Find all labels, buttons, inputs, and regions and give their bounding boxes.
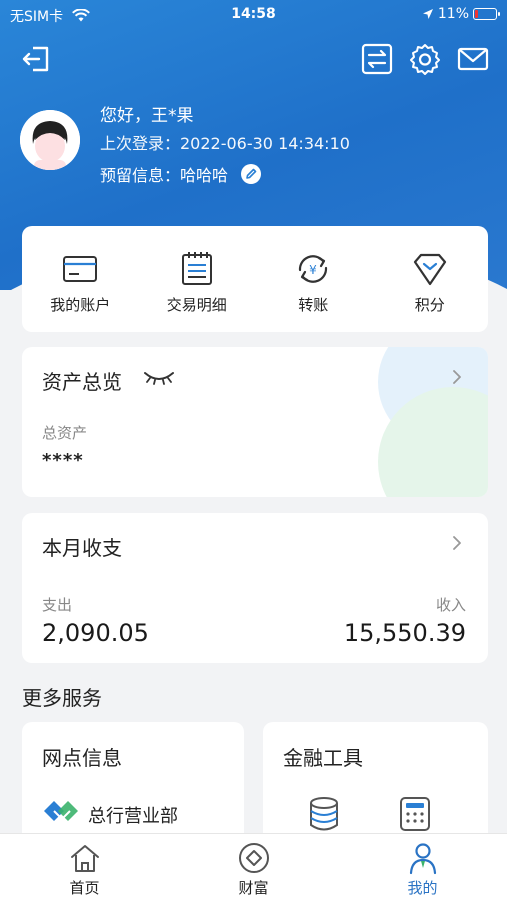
status-bar: 无SIM卡 14:58 11%	[0, 0, 507, 30]
assets-overview-card[interactable]: 资产总览 总资产 ****	[22, 347, 488, 497]
expense-label: 支出	[42, 596, 73, 614]
tab-label: 我的	[407, 879, 438, 897]
transfer-icon: ¥	[299, 255, 328, 283]
wealth-icon	[238, 843, 269, 873]
reserved-info: 预留信息： 哈哈哈	[100, 162, 262, 186]
mail-icon[interactable]	[456, 42, 490, 76]
bank-logo-icon	[44, 801, 78, 821]
quick-action-transfer[interactable]: ¥ 转账	[255, 226, 372, 332]
location-arrow-icon	[422, 9, 433, 19]
profile-icon	[409, 843, 436, 875]
avatar-image	[20, 110, 80, 170]
quick-action-points[interactable]: 积分	[372, 226, 489, 332]
bottom-tab-bar: 首页 财富 我的	[0, 833, 507, 900]
tab-label: 首页	[69, 879, 100, 897]
battery-indicator: 11%	[422, 6, 500, 22]
logout-icon[interactable]	[19, 42, 53, 76]
svg-text:¥: ¥	[309, 263, 317, 277]
chevron-right-icon[interactable]	[450, 536, 464, 550]
total-assets-value: ****	[42, 450, 84, 471]
quick-action-label: 交易明细	[166, 296, 227, 314]
tab-mine[interactable]: 我的	[338, 834, 507, 900]
settings-icon[interactable]	[408, 42, 442, 76]
receipt-icon	[181, 252, 212, 285]
finance-tools-title: 金融工具	[283, 746, 363, 770]
quick-action-transactions[interactable]: 交易明细	[139, 226, 256, 332]
last-login-text: 上次登录：2022-06-30 14:34:10	[100, 134, 350, 153]
expense-value: 2,090.05	[42, 619, 149, 647]
tab-wealth[interactable]: 财富	[169, 834, 338, 900]
quick-action-label: 积分	[414, 296, 445, 314]
quick-action-label: 我的账户	[50, 296, 111, 314]
avatar[interactable]	[20, 110, 80, 170]
database-icon[interactable]	[307, 796, 341, 832]
chevron-right-icon[interactable]	[450, 370, 464, 384]
quick-action-label: 转账	[298, 296, 329, 314]
assets-title: 资产总览	[42, 370, 122, 394]
quick-action-my-account[interactable]: 我的账户	[22, 226, 139, 332]
tab-label: 财富	[238, 879, 269, 897]
monthly-summary-card[interactable]: 本月收支 支出 2,090.05 收入 15,550.39	[22, 513, 488, 663]
monthly-title: 本月收支	[42, 536, 122, 560]
battery-icon	[473, 8, 500, 20]
card-icon	[63, 256, 98, 282]
diamond-icon	[413, 253, 446, 286]
reserved-info-value: 哈哈哈	[180, 166, 229, 185]
quick-actions-card: 我的账户 交易明细 ¥ 转账 积分	[22, 226, 488, 332]
home-icon	[70, 845, 99, 872]
reserved-info-label: 预留信息：	[100, 166, 181, 185]
income-value: 15,550.39	[343, 619, 466, 647]
income-label: 收入	[435, 596, 466, 614]
edit-icon[interactable]	[240, 163, 262, 185]
more-services-title: 更多服务	[22, 686, 102, 710]
greeting-text: 您好，王*果	[100, 106, 194, 126]
switch-icon[interactable]	[360, 42, 394, 76]
calculator-icon[interactable]	[398, 796, 432, 832]
total-assets-label: 总资产	[42, 424, 88, 442]
tab-home[interactable]: 首页	[0, 834, 169, 900]
eye-closed-icon[interactable]	[142, 367, 176, 387]
branch-name: 总行营业部	[88, 806, 178, 827]
battery-percent: 11%	[437, 6, 469, 22]
branch-info-title: 网点信息	[42, 746, 122, 770]
